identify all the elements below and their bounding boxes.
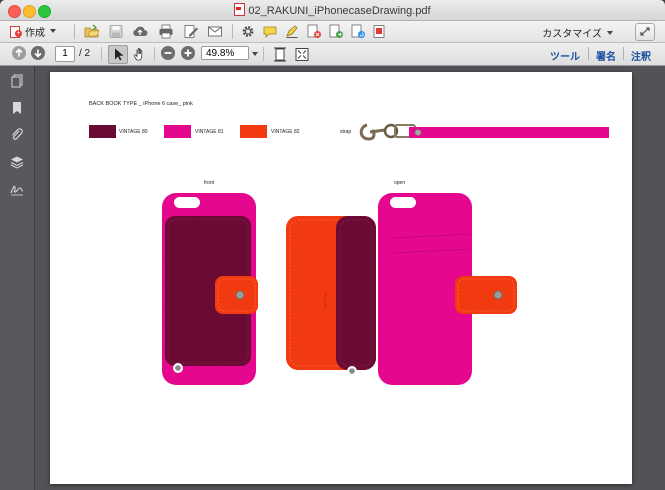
select-tool-button[interactable] <box>108 45 128 64</box>
attachment-icon[interactable] <box>10 128 24 142</box>
navigation-sidebar <box>0 66 35 490</box>
layers-icon[interactable] <box>10 155 24 169</box>
fit-page-button[interactable] <box>270 45 290 64</box>
strap-band <box>409 127 609 138</box>
chevron-down-icon <box>607 30 613 35</box>
color-swatch-vintage-80 <box>89 125 116 138</box>
pages-icon[interactable] <box>10 74 24 88</box>
full-screen-icon <box>295 48 309 61</box>
swatch-label: VINTAGE 82 <box>271 129 300 135</box>
toolbar-divider <box>263 47 264 61</box>
next-page-button[interactable] <box>31 46 45 60</box>
app-window: 02_RAKUNI_iPhonecaseDrawing.pdf + 作成 カスタ… <box>0 0 665 490</box>
page-number-input[interactable]: 1 <box>55 46 75 62</box>
pdf-page: BACK BOOK TYPE _ iPhone 6 case_ pink VIN… <box>50 72 632 484</box>
document-heading: BACK BOOK TYPE _ iPhone 6 case_ pink <box>89 101 193 107</box>
tools-link[interactable]: ツール <box>550 48 580 63</box>
vertical-scrollbar[interactable] <box>655 66 663 490</box>
comment-link[interactable]: 注釈 <box>631 48 651 63</box>
cursor-icon <box>115 48 124 61</box>
rotate-page-icon[interactable] <box>350 24 366 39</box>
create-button[interactable]: + 作成 <box>10 23 56 39</box>
create-label: 作成 <box>25 27 45 39</box>
customize-label: カスタマイズ <box>542 29 602 40</box>
print-icon[interactable] <box>158 24 174 39</box>
main-toolbar: + 作成 カスタマイズ <box>0 21 665 43</box>
navigation-toolbar: 1 / 2 49.8% ツール 署名 注釈 <box>0 43 665 66</box>
previous-page-button[interactable] <box>12 46 26 60</box>
swatch-label: VINTAGE 81 <box>195 129 224 135</box>
hand-tool-button[interactable] <box>130 45 150 64</box>
minus-icon <box>164 52 172 54</box>
front-view-label: front <box>204 180 215 186</box>
hand-icon <box>134 48 143 61</box>
gear-icon[interactable] <box>240 24 256 39</box>
page-total: / 2 <box>79 48 91 59</box>
zoom-in-button[interactable] <box>181 46 195 60</box>
strap-label: strap <box>340 129 352 135</box>
toolbar-divider <box>101 47 102 61</box>
plus-icon <box>184 49 192 57</box>
organize-icon[interactable] <box>371 24 387 39</box>
comment-icon[interactable] <box>262 24 278 39</box>
link-divider <box>588 47 589 60</box>
chevron-down-icon <box>50 29 56 33</box>
swatch-label: VINTAGE 80 <box>119 129 148 135</box>
toolbar-divider <box>232 24 233 39</box>
zoom-level-input[interactable]: 49.8% <box>201 46 249 60</box>
link-divider <box>623 47 624 60</box>
highlight-icon[interactable] <box>284 24 300 39</box>
title-bar: 02_RAKUNI_iPhonecaseDrawing.pdf <box>0 0 665 21</box>
arrow-down-icon <box>34 49 42 58</box>
export-page-icon[interactable] <box>328 24 344 39</box>
arrow-up-icon <box>15 48 23 57</box>
full-screen-mode-button[interactable] <box>292 45 312 64</box>
chevron-down-icon[interactable] <box>252 52 258 56</box>
edit-icon[interactable] <box>183 24 199 39</box>
color-swatch-vintage-82 <box>240 125 267 138</box>
sign-link[interactable]: 署名 <box>596 48 616 63</box>
open-view-label: open <box>394 180 406 186</box>
toolbar-divider <box>154 47 155 61</box>
color-swatch-vintage-81 <box>164 125 191 138</box>
open-folder-icon[interactable] <box>84 24 100 39</box>
window-title: 02_RAKUNI_iPhonecaseDrawing.pdf <box>248 5 431 17</box>
window-title-wrap: 02_RAKUNI_iPhonecaseDrawing.pdf <box>0 3 665 17</box>
zoom-out-button[interactable] <box>161 46 175 60</box>
fullscreen-button[interactable] <box>635 23 655 41</box>
delete-page-icon[interactable] <box>306 24 322 39</box>
front-view-drawing <box>162 193 258 385</box>
fit-page-icon <box>274 47 286 62</box>
signature-icon[interactable] <box>10 182 24 196</box>
bookmark-icon[interactable] <box>10 101 24 115</box>
mail-icon[interactable] <box>207 24 223 39</box>
cloud-upload-icon[interactable] <box>132 24 148 39</box>
open-view-drawing: RAKUNI <box>286 193 517 385</box>
pdf-file-icon <box>234 3 246 16</box>
save-icon[interactable] <box>108 24 124 39</box>
expand-icon <box>640 27 650 36</box>
create-pdf-icon: + <box>10 25 22 38</box>
document-canvas[interactable]: BACK BOOK TYPE _ iPhone 6 case_ pink VIN… <box>35 66 665 490</box>
toolbar-divider <box>74 24 75 39</box>
customize-button[interactable]: カスタマイズ <box>542 25 613 40</box>
brand-mark: RAKUNI <box>323 293 328 308</box>
